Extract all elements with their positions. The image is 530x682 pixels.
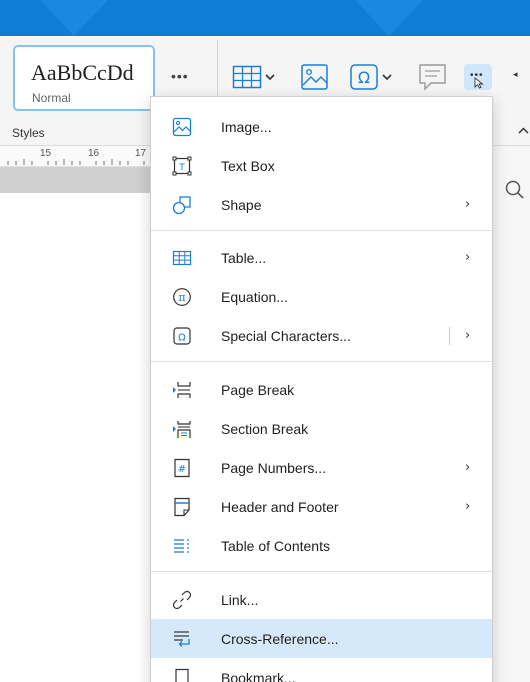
styles-more-button[interactable]: ••• <box>171 68 189 84</box>
menu-item-label: Page Break <box>221 381 295 398</box>
menu-item-bookmark[interactable]: Bookmark... <box>151 658 492 682</box>
ruler-mark: 16 <box>88 148 100 159</box>
menu-item-label: Header and Footer <box>221 498 339 515</box>
menu-item-label: Bookmark... <box>221 669 296 682</box>
menu-item-section-break[interactable]: Section Break <box>151 409 492 448</box>
menu-item-text-box[interactable]: T Text Box <box>151 146 492 185</box>
style-normal-card[interactable]: AaBbCcDd Normal <box>13 45 155 111</box>
menu-separator <box>151 571 492 572</box>
submenu-arrow-icon: › <box>465 250 471 265</box>
page-break-icon <box>173 382 191 398</box>
submenu-arrow-icon: › <box>465 499 471 514</box>
menu-separator <box>151 361 492 362</box>
menu-item-label: Image... <box>221 118 272 135</box>
menu-item-table[interactable]: Table... › <box>151 238 492 277</box>
menu-item-image[interactable]: Image... <box>151 107 492 146</box>
menu-item-page-break[interactable]: Page Break <box>151 370 492 409</box>
cursor-icon <box>474 77 484 89</box>
menu-item-label: Page Numbers... <box>221 459 327 476</box>
title-bar-decoration <box>355 0 423 36</box>
style-sample-text: AaBbCcDd <box>31 60 134 85</box>
menu-item-label: Text Box <box>221 157 275 174</box>
ribbon-scroll-left-icon[interactable]: ◂ <box>513 69 518 80</box>
table-icon <box>172 250 192 266</box>
cross-reference-icon <box>174 631 190 647</box>
omega-icon: Ω <box>350 64 378 90</box>
menu-item-label: Link... <box>221 591 259 608</box>
svg-text:T: T <box>178 163 185 173</box>
insert-table-button[interactable] <box>232 62 275 92</box>
equation-icon: π <box>173 288 191 306</box>
svg-text:π: π <box>178 291 185 304</box>
table-of-contents-icon <box>174 539 189 553</box>
svg-text:Ω: Ω <box>358 68 370 87</box>
table-icon <box>232 65 262 89</box>
menu-item-label: Special Characters... <box>221 327 351 344</box>
menu-item-equation[interactable]: π Equation... <box>151 277 492 316</box>
menu-item-label: Shape <box>221 196 262 213</box>
styles-group-label: Styles <box>12 126 45 140</box>
page-margin-area <box>0 167 150 193</box>
page-numbers-icon: # <box>174 458 190 478</box>
section-break-icon <box>173 421 191 438</box>
more-insert-options-button[interactable]: ••• <box>464 64 492 90</box>
svg-text:#: # <box>178 464 186 475</box>
title-bar-decoration <box>40 0 108 36</box>
insert-image-button[interactable] <box>300 62 330 92</box>
submenu-arrow-icon: › <box>465 460 471 475</box>
menu-item-special-characters[interactable]: Ω Special Characters... › <box>151 316 492 355</box>
split-divider <box>449 327 450 345</box>
style-name-label: Normal <box>32 91 71 105</box>
title-bar <box>0 0 530 36</box>
menu-item-link[interactable]: Link... <box>151 580 492 619</box>
chevron-down-icon <box>382 74 392 81</box>
menu-item-label: Equation... <box>221 288 288 305</box>
menu-separator <box>151 230 492 231</box>
shape-icon <box>172 196 191 215</box>
ruler-mark: 15 <box>40 148 52 159</box>
image-icon <box>172 117 192 137</box>
link-icon <box>172 590 192 610</box>
bookmark-icon <box>175 668 189 682</box>
menu-item-cross-reference[interactable]: Cross-Reference... <box>151 619 492 658</box>
text-box-icon: T <box>172 156 192 176</box>
insert-symbol-button[interactable]: Ω <box>349 62 392 92</box>
submenu-arrow-icon: › <box>465 197 471 212</box>
menu-item-shape[interactable]: Shape › <box>151 185 492 224</box>
ruler-ticks <box>7 159 145 165</box>
search-icon[interactable] <box>505 180 525 200</box>
menu-item-label: Table of Contents <box>221 537 330 554</box>
ruler-mark: 17 <box>135 148 147 159</box>
horizontal-ruler: 15 16 17 <box>0 146 150 167</box>
insert-more-menu: Image... T Text Box Shape › Table... › π… <box>150 96 493 682</box>
menu-item-label: Cross-Reference... <box>221 630 339 647</box>
menu-item-label: Table... <box>221 249 267 266</box>
omega-icon: Ω <box>173 327 191 345</box>
menu-item-label: Section Break <box>221 420 309 437</box>
submenu-arrow-icon[interactable]: › <box>465 328 470 343</box>
header-footer-icon <box>174 497 190 517</box>
menu-item-header-and-footer[interactable]: Header and Footer › <box>151 487 492 526</box>
insert-comment-button[interactable] <box>418 62 448 92</box>
comment-icon <box>419 64 446 91</box>
chevron-down-icon <box>265 74 275 81</box>
collapse-ribbon-icon[interactable] <box>518 124 529 138</box>
menu-item-page-numbers[interactable]: # Page Numbers... › <box>151 448 492 487</box>
svg-text:Ω: Ω <box>178 333 186 344</box>
image-icon <box>301 64 328 90</box>
menu-item-table-of-contents[interactable]: Table of Contents <box>151 526 492 565</box>
side-panel <box>492 146 530 682</box>
